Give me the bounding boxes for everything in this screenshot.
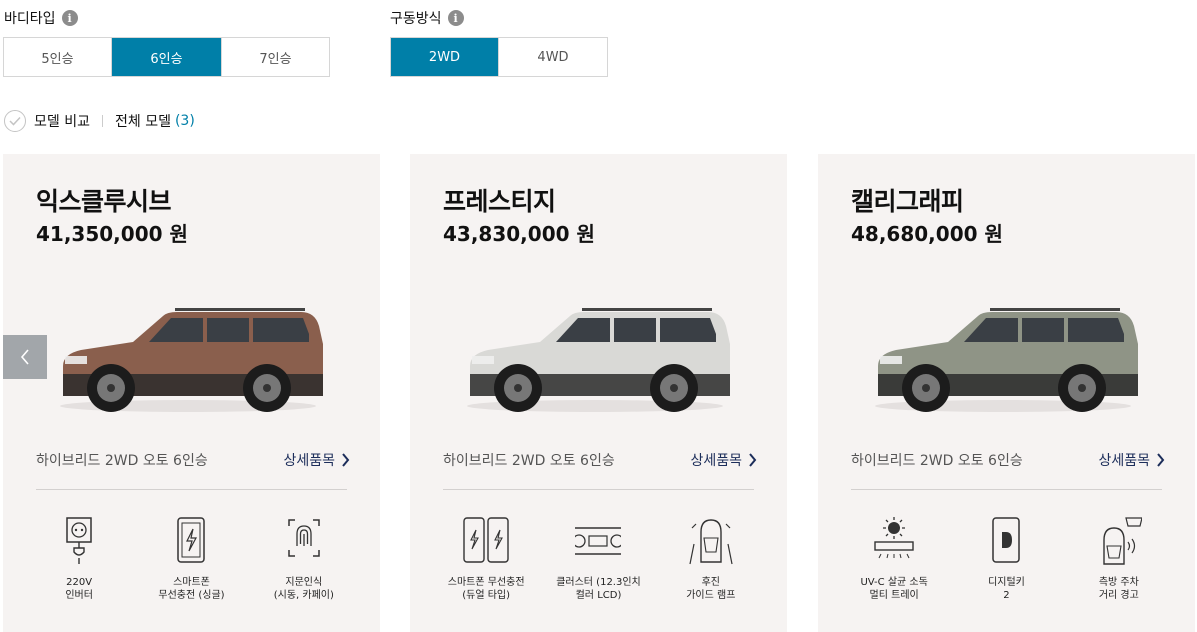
feature-list: 스마트폰 무선충전 (듀얼 타입) 클러스터 (12.3인치 컬러 LCD) 후진 … <box>430 514 767 602</box>
feature-list: UV-C 살균 소독 멀티 트레이 디지털키 2 측방 주차 거리 경고 <box>838 514 1175 602</box>
trim-price: 41,350,000 원 <box>36 222 188 246</box>
rear-guide-lamp-icon <box>689 519 733 565</box>
detail-items-link[interactable]: 상세품목 <box>283 450 350 470</box>
feature-label: UV-C 살균 소독 멀티 트레이 <box>860 577 928 601</box>
card-divider <box>36 489 347 490</box>
carousel-prev-button[interactable] <box>3 335 47 379</box>
trim-spec: 하이브리드 2WD 오토 6인승 <box>36 453 208 469</box>
compare-bar: 모델 비교 전체 모델 (3) <box>4 110 195 132</box>
car-image <box>60 308 323 412</box>
body-type-option-6[interactable]: 6인승 <box>112 38 222 76</box>
trim-title: 익스클루시브 <box>36 187 172 216</box>
trim-spec: 하이브리드 2WD 오토 6인승 <box>851 453 1023 469</box>
digital-key-icon <box>992 517 1021 563</box>
all-models-label: 전체 모델 <box>114 114 171 130</box>
detail-items-link[interactable]: 상세품목 <box>690 450 757 470</box>
feature-label: 측방 주차 거리 경고 <box>1098 577 1139 601</box>
parking-distance-icon <box>1103 517 1142 565</box>
feature-item: 후진 가이드 램프 <box>661 514 761 602</box>
feature-label: 후진 가이드 램프 <box>686 577 736 601</box>
phone-charging-icon <box>177 517 206 563</box>
feature-label: 220V 인버터 <box>65 577 93 601</box>
drive-option-4wd[interactable]: 4WD <box>499 38 607 76</box>
car-image <box>875 308 1138 412</box>
feature-item: 디지털키 2 <box>956 514 1056 602</box>
car-image <box>467 308 730 412</box>
uv-sterilizer-icon <box>874 517 914 559</box>
feature-label: 스마트폰 무선충전 (듀얼 타입) <box>447 577 525 601</box>
feature-item: UV-C 살균 소독 멀티 트레이 <box>844 514 944 602</box>
trim-price: 43,830,000 원 <box>443 222 595 246</box>
info-icon[interactable]: i <box>447 10 464 26</box>
chevron-left-icon <box>20 349 29 365</box>
body-type-option-7[interactable]: 7인승 <box>222 38 329 76</box>
fingerprint-icon <box>288 519 320 557</box>
cluster-icon <box>575 527 622 555</box>
feature-label: 디지털키 2 <box>988 577 1025 601</box>
card-divider <box>443 489 754 490</box>
trim-price: 48,680,000 원 <box>851 222 1003 246</box>
feature-label: 스마트폰 무선충전 (싱글) <box>158 577 225 601</box>
drive-type-selector: 2WD 4WD <box>390 37 608 77</box>
trim-card[interactable]: 프레스티지 43,830,000 원하이브리드 2WD 오토 6인승 상세품목스마트… <box>410 154 787 632</box>
model-count: (3) <box>174 113 195 129</box>
feature-item: 클러스터 (12.3인치 컬러 LCD) <box>548 514 648 602</box>
feature-item: 지문인식 (시동, 카페이) <box>254 514 354 602</box>
feature-item: 스마트폰 무선충전 (싱글) <box>141 514 241 602</box>
trim-title: 프레스티지 <box>443 187 556 216</box>
chevron-right-icon <box>749 453 757 467</box>
feature-list: 220V 인버터 스마트폰 무선충전 (싱글) 지문인식 (시동, 카페이) <box>23 514 360 602</box>
body-type-option-5[interactable]: 5인승 <box>4 38 112 76</box>
feature-label: 클러스터 (12.3인치 컬러 LCD) <box>556 577 641 601</box>
detail-items-link[interactable]: 상세품목 <box>1098 450 1165 470</box>
compare-check-icon[interactable] <box>4 110 26 132</box>
feature-label: 지문인식 (시동, 카페이) <box>273 577 334 601</box>
feature-item: 스마트폰 무선충전 (듀얼 타입) <box>436 514 536 602</box>
chevron-right-icon <box>1157 453 1165 467</box>
dual-phone-charging-icon <box>463 517 509 563</box>
trim-spec: 하이브리드 2WD 오토 6인승 <box>443 453 615 469</box>
outlet-icon <box>66 517 92 564</box>
drive-type-label: 구동방식 i <box>390 8 464 28</box>
trim-title: 캘리그래피 <box>851 187 964 216</box>
drive-option-2wd[interactable]: 2WD <box>391 38 499 76</box>
body-type-selector: 5인승 6인승 7인승 <box>3 37 330 77</box>
trim-card[interactable]: 캘리그래피 48,680,000 원하이브리드 2WD 오토 6인승 상세품목 UV-… <box>818 154 1195 632</box>
card-divider <box>851 489 1162 490</box>
body-type-label: 바디타입 i <box>4 8 78 28</box>
info-icon[interactable]: i <box>61 10 78 26</box>
trim-card[interactable]: 익스클루시브 41,350,000 원하이브리드 2WD 오토 6인승 상세품목 22… <box>3 154 380 632</box>
feature-item: 측방 주차 거리 경고 <box>1069 514 1169 602</box>
feature-item: 220V 인버터 <box>29 514 129 602</box>
chevron-right-icon <box>342 453 350 467</box>
compare-label[interactable]: 모델 비교 <box>34 111 90 131</box>
divider <box>101 115 103 127</box>
